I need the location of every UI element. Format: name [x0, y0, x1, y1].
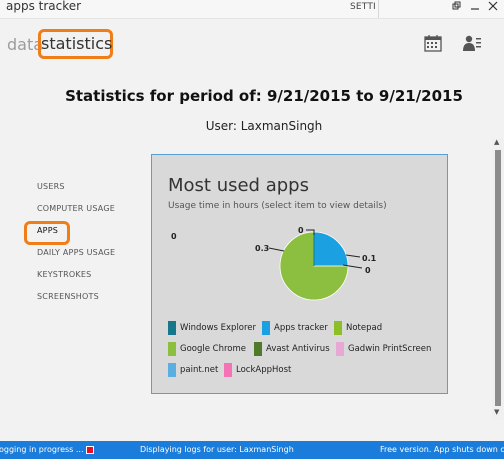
nav-item-users[interactable]: USERS [37, 182, 65, 191]
legend-item[interactable]: Avast Antivirus [254, 342, 330, 356]
leader-line-right [345, 254, 361, 258]
legend-swatch [168, 363, 176, 377]
data-label-apps-tracker: 0.1 [362, 254, 377, 263]
legend-swatch [334, 321, 342, 335]
legend-item[interactable]: Google Chrome [168, 342, 246, 356]
legend-item[interactable]: LockAppHost [224, 363, 291, 377]
version-status: Free version. App shuts down c [380, 445, 504, 454]
scroll-down-icon[interactable]: ▼ [494, 408, 499, 416]
legend-item[interactable]: Windows Explorer [168, 321, 256, 335]
tab-statistics[interactable]: statistics [38, 29, 113, 59]
restore-icon[interactable] [452, 1, 462, 14]
nav-item-daily-apps-usage[interactable]: DAILY APPS USAGE [37, 248, 115, 257]
nav-item-screenshots[interactable]: SCREENSHOTS [37, 292, 99, 301]
user-line: User: LaxmanSingh [205, 119, 323, 133]
minimize-icon[interactable] [470, 1, 480, 14]
nav-item-computer-usage[interactable]: COMPUTER USAGE [37, 204, 115, 213]
period-title: Statistics for period of: 9/21/2015 to 9… [65, 87, 463, 105]
vertical-scrollbar[interactable]: ▲ ▼ [492, 138, 504, 420]
pie-slice-apps-tracker[interactable] [313, 231, 349, 267]
pie-chart[interactable]: 0 0.1 0 0.3 [152, 155, 449, 315]
data-label-notepad: 0 [365, 266, 371, 275]
legend-item[interactable]: Gadwin PrintScreen [336, 342, 431, 356]
legend-swatch [224, 363, 232, 377]
nav-item-keystrokes[interactable]: KEYSTROKES [37, 270, 91, 279]
apps-highlight [24, 221, 70, 245]
legend-item[interactable]: Notepad [334, 321, 382, 335]
close-icon[interactable] [488, 1, 498, 14]
legend-swatch [168, 342, 176, 356]
scroll-up-icon[interactable]: ▲ [494, 138, 499, 146]
status-bar: ogging in progress ... Displaying logs f… [0, 441, 504, 459]
scroll-thumb[interactable] [495, 150, 501, 406]
legend-swatch [254, 342, 262, 356]
legend-item[interactable]: Apps tracker [262, 321, 328, 335]
title-bar: apps tracker SETTI [0, 0, 504, 19]
data-label-windows-explorer: 0 [298, 226, 304, 235]
calendar-icon[interactable] [424, 34, 444, 52]
leader-line-left [268, 247, 285, 252]
app-title: apps tracker [6, 0, 82, 13]
logging-status: ogging in progress ... [0, 441, 94, 459]
displaying-status: Displaying logs for user: LaxmanSingh [140, 445, 294, 454]
record-indicator-icon [85, 445, 94, 454]
menu-divider [378, 0, 379, 18]
legend-swatch [262, 321, 270, 335]
user-settings-icon[interactable] [462, 34, 482, 52]
settings-menu[interactable]: SETTI [350, 2, 376, 12]
legend-swatch [168, 321, 176, 335]
legend-item[interactable]: paint.net [168, 363, 218, 377]
data-label-google-chrome: 0.3 [255, 244, 269, 253]
most-used-apps-panel: Most used apps Usage time in hours (sele… [151, 154, 448, 394]
legend-swatch [336, 342, 344, 356]
